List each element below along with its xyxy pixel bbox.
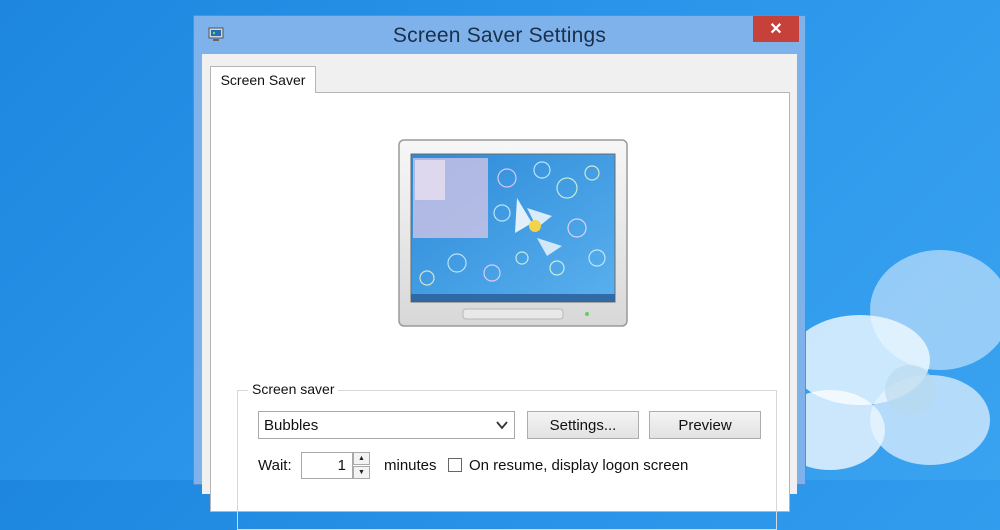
wait-minutes-spinner: ▲ ▼ [353, 452, 370, 479]
monitor-preview [398, 139, 628, 327]
screen-saver-select[interactable]: Bubbles [258, 411, 515, 439]
minutes-label: minutes [384, 457, 437, 474]
tab-panel: Screen saver Bubbles Settings... Preview… [210, 92, 790, 530]
tab-screen-saver[interactable]: Screen Saver [210, 66, 316, 93]
logon-screen-label[interactable]: On resume, display logon screen [469, 457, 688, 474]
logon-screen-checkbox[interactable] [448, 458, 462, 472]
preview-button[interactable]: Preview [649, 411, 761, 439]
screen-saver-group: Screen saver Bubbles Settings... Preview… [237, 381, 777, 530]
settings-button[interactable]: Settings... [527, 411, 639, 439]
wait-minutes-input[interactable]: 1 [301, 452, 353, 479]
screen-saver-group-legend: Screen saver [248, 381, 339, 397]
title-bar[interactable]: Screen Saver Settings ✕ [194, 16, 805, 54]
spin-down-icon[interactable]: ▼ [353, 466, 370, 479]
chevron-down-icon [496, 421, 508, 430]
close-button[interactable]: ✕ [753, 16, 799, 42]
desktop-flower-wallpaper [790, 250, 1000, 470]
wait-label: Wait: [258, 457, 292, 474]
window-title: Screen Saver Settings [392, 24, 607, 47]
close-icon: ✕ [769, 21, 783, 38]
spin-up-icon[interactable]: ▲ [353, 452, 370, 465]
screen-saver-settings-window: Screen Saver Settings ✕ Screen Saver Scr… [193, 15, 806, 530]
screen-saver-selected-value: Bubbles [264, 416, 319, 434]
dialog-client-area: Screen Saver Screen saver Bubbles Settin… [202, 54, 797, 530]
